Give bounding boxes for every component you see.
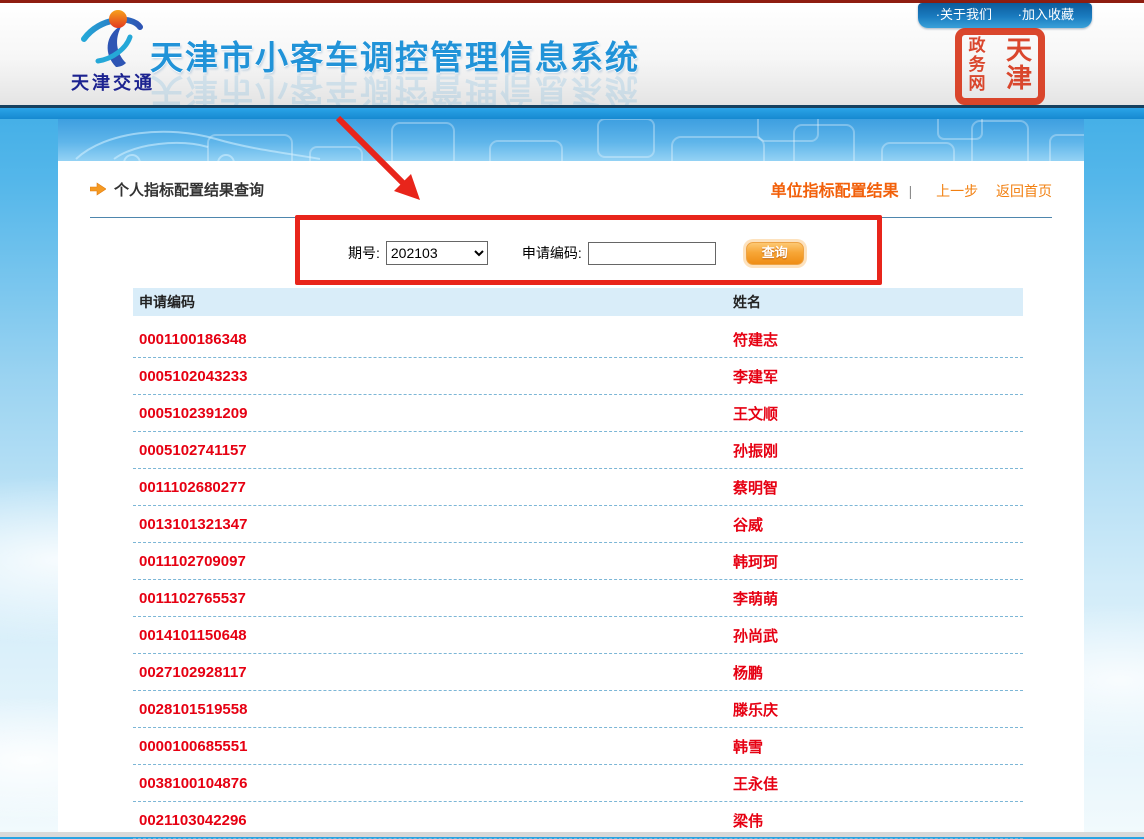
- row-name: 韩雪: [733, 736, 1023, 757]
- nav-links: 单位指标配置结果 | 上一步 返回首页: [771, 177, 1052, 201]
- period-label: 期号:: [348, 243, 380, 263]
- orange-arrow-icon: [90, 182, 106, 196]
- table-row: 0014101150648 孙尚武: [133, 617, 1023, 654]
- row-code: 0014101150648: [139, 627, 733, 644]
- top-banner: [58, 119, 1084, 161]
- page-bottom-strip: [0, 832, 1144, 837]
- table-row: 0011102709097 韩珂珂: [133, 543, 1023, 580]
- table-row: 0011102765537 李萌萌: [133, 580, 1023, 617]
- table-row: 0027102928117 杨鹏: [133, 654, 1023, 691]
- site-header: 天津交通 天津市小客车调控管理信息系统 天津市小客车调控管理信息系统 ·关于我们…: [0, 3, 1144, 105]
- row-code: 0005102043233: [139, 368, 733, 385]
- row-code: 0005102741157: [139, 442, 733, 459]
- row-code: 0011102680277: [139, 479, 733, 496]
- row-name: 李萌萌: [733, 588, 1023, 609]
- row-code: 0000100685551: [139, 738, 733, 755]
- banner-car-outline: [76, 132, 320, 161]
- header-application-code: 申请编码: [139, 292, 733, 312]
- row-name: 蔡明智: [733, 477, 1023, 498]
- application-code-label: 申请编码:: [522, 243, 582, 263]
- previous-step-link[interactable]: 上一步: [936, 183, 978, 199]
- gov-seal: 政务网 天津: [955, 28, 1045, 105]
- row-code: 0027102928117: [139, 664, 733, 681]
- table-row: 0038100104876 王永佳: [133, 765, 1023, 802]
- row-name: 杨鹏: [733, 662, 1023, 683]
- nav-divider: |: [909, 183, 913, 199]
- row-code: 0001100186348: [139, 331, 733, 348]
- row-name: 滕乐庆: [733, 699, 1023, 720]
- table-row: 0013101321347 谷威: [133, 506, 1023, 543]
- row-code: 0005102391209: [139, 405, 733, 422]
- row-name: 谷威: [733, 514, 1023, 535]
- seal-right-chars: 天津: [1005, 37, 1033, 96]
- row-code: 0011102765537: [139, 590, 733, 607]
- main-container: 个人指标配置结果查询 单位指标配置结果 | 上一步 返回首页 期号: 20210…: [58, 119, 1084, 832]
- row-code: 0038100104876: [139, 775, 733, 792]
- table-row: 0005102741157 孙振刚: [133, 432, 1023, 469]
- table-header-row: 申请编码 姓名: [133, 288, 1023, 316]
- row-name: 李建军: [733, 366, 1023, 387]
- header-bottom-strip: [0, 105, 1144, 119]
- table-row: 0000100685551 韩雪: [133, 728, 1023, 765]
- table-row: 0001100186348 符建志: [133, 321, 1023, 358]
- seal-left-chars: 政务网: [967, 37, 987, 96]
- banner-decoration: [58, 119, 1084, 161]
- top-links-bar: ·关于我们 ·加入收藏: [918, 3, 1092, 28]
- row-code: 0021103042296: [139, 812, 733, 829]
- about-us-link[interactable]: ·关于我们: [936, 7, 992, 22]
- application-code-input[interactable]: [588, 242, 716, 265]
- row-name: 符建志: [733, 329, 1023, 350]
- row-name: 王文顺: [733, 403, 1023, 424]
- logo-swoosh-icon: [74, 9, 152, 71]
- page-title-row: 个人指标配置结果查询 单位指标配置结果 | 上一步 返回首页: [90, 161, 1052, 218]
- row-name: 孙振刚: [733, 440, 1023, 461]
- row-code: 0013101321347: [139, 516, 733, 533]
- table-row: 0005102391209 王文顺: [133, 395, 1023, 432]
- breadcrumb: 个人指标配置结果查询: [90, 179, 264, 200]
- site-title: 天津市小客车调控管理信息系统: [150, 31, 640, 79]
- page-title: 个人指标配置结果查询: [114, 179, 264, 200]
- return-home-link[interactable]: 返回首页: [996, 183, 1052, 199]
- search-form: 期号: 202103 申请编码: 查询: [90, 218, 1052, 288]
- row-code: 0011102709097: [139, 553, 733, 570]
- row-name: 韩珂珂: [733, 551, 1023, 572]
- unit-result-link[interactable]: 单位指标配置结果: [771, 183, 899, 200]
- table-row: 0011102680277 蔡明智: [133, 469, 1023, 506]
- result-table: 申请编码 姓名 0001100186348 符建志 0005102043233 …: [133, 288, 1023, 839]
- add-favorite-link[interactable]: ·加入收藏: [1018, 7, 1074, 22]
- table-row: 0028101519558 滕乐庆: [133, 691, 1023, 728]
- row-name: 梁伟: [733, 810, 1023, 831]
- row-code: 0028101519558: [139, 701, 733, 718]
- table-row: 0005102043233 李建军: [133, 358, 1023, 395]
- content-area: 个人指标配置结果查询 单位指标配置结果 | 上一步 返回首页 期号: 20210…: [58, 161, 1084, 839]
- period-select[interactable]: 202103: [386, 241, 488, 265]
- row-name: 孙尚武: [733, 625, 1023, 646]
- header-name: 姓名: [733, 292, 1023, 312]
- search-button[interactable]: 查询: [746, 242, 804, 265]
- row-name: 王永佳: [733, 773, 1023, 794]
